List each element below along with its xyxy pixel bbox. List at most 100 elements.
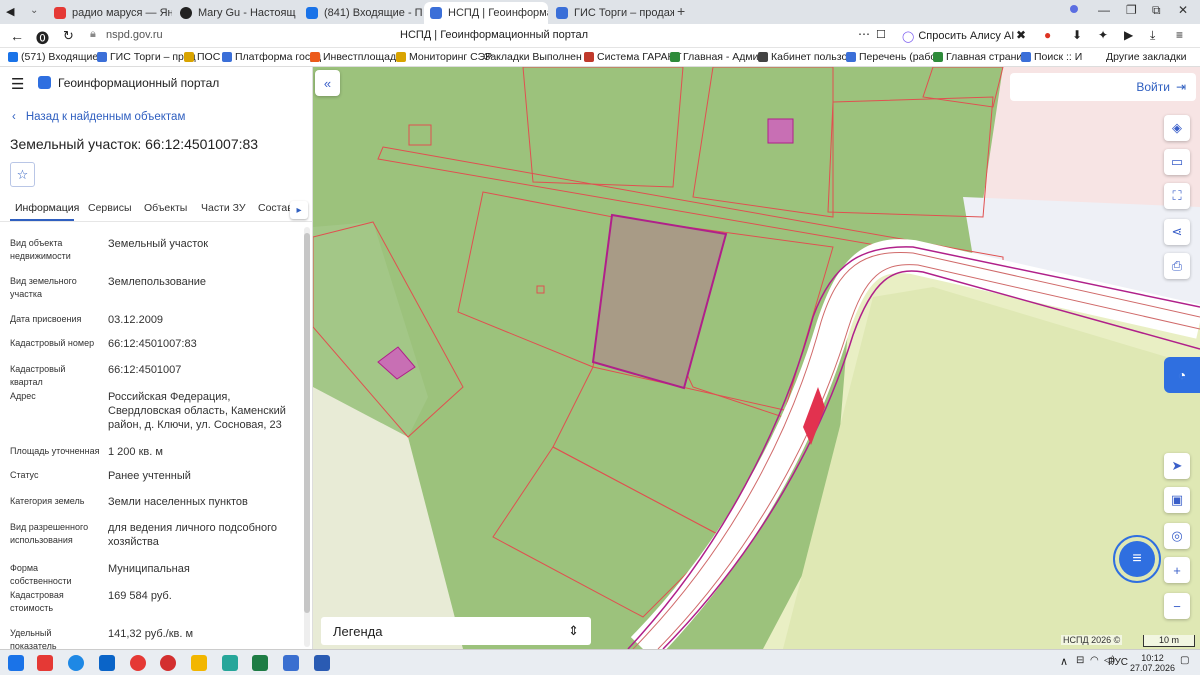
alice-button[interactable]: ◯ Спросить Алису AI [896, 26, 1020, 46]
scrollbar-track[interactable] [304, 227, 310, 647]
tab-5[interactable]: ГИС Торги – продажи гос ✕ [550, 2, 674, 24]
url-text[interactable]: nspd.gov.ru [106, 29, 163, 41]
bookmark-label: Закладки Выполнен [484, 51, 582, 63]
tab-3[interactable]: (841) Входящие - Почта М ✕ [300, 2, 422, 24]
share-button[interactable]: ⋖ [1164, 219, 1190, 245]
select-area-button[interactable]: ⛶ [1164, 183, 1190, 209]
basemap-button[interactable]: ▣ [1164, 487, 1190, 513]
bookmark-icon[interactable]: ☐ [876, 28, 886, 41]
admin-icon [670, 52, 680, 62]
tab-composition[interactable]: Состав [258, 202, 293, 214]
edge-icon[interactable] [68, 655, 84, 671]
geolocation-button[interactable]: ◎ [1164, 523, 1190, 549]
more-icon[interactable]: ⋯ [858, 27, 870, 41]
back-icon[interactable]: ← [10, 28, 24, 44]
tab-services[interactable]: Сервисы [88, 202, 132, 214]
gis-icon [97, 52, 107, 62]
field-value: для ведения личного подсобного хозяйства [108, 522, 278, 548]
bookmark-item[interactable]: ПОС [184, 51, 220, 63]
notifications-icon[interactable]: ▢ [1180, 655, 1189, 666]
outlook-icon[interactable] [99, 655, 115, 671]
bookmark-item[interactable]: Платформа госуд [222, 51, 321, 63]
tab-information[interactable]: Информация [15, 202, 79, 214]
chat-button[interactable]: ≡ [1113, 535, 1161, 583]
layers-button[interactable]: ◈ [1164, 115, 1190, 141]
back-link[interactable]: ‹ Назад к найденным объектам [12, 111, 185, 123]
scrollbar-thumb[interactable] [304, 233, 310, 613]
bookmark-item[interactable]: Инвестплощадки [310, 51, 407, 63]
print-button[interactable]: ⎙ [1164, 253, 1190, 279]
map-canvas[interactable]: « Войти ⇥ ◈ ▭ ⛶ ⋖ ⎙ ◔ ➤ ▣ ◎ + − ≡ Легенд… [313, 67, 1200, 649]
tab-4-active[interactable]: НСПД | Геоинформацио ✕ [424, 2, 548, 24]
excel-icon[interactable] [252, 655, 268, 671]
ruler-button[interactable]: ▭ [1164, 149, 1190, 175]
bookmark-item[interactable]: Перечень (рабоч [846, 51, 941, 63]
map-layer [313, 67, 1200, 649]
zoom-out-button[interactable]: − [1164, 593, 1190, 619]
bookmark-item[interactable]: Поиск :: И [1021, 51, 1082, 63]
bookmark-item[interactable]: Главная страниц [933, 51, 1028, 63]
restore-icon[interactable]: ❐ [1126, 3, 1137, 17]
tab-2[interactable]: Mary Gu - Настоящ ✕ [174, 2, 298, 24]
home-icon [933, 52, 943, 62]
new-tab-icon[interactable]: + [677, 3, 685, 19]
other-bookmarks[interactable]: Другие закладки [1106, 51, 1186, 63]
extension-1-icon[interactable]: ✖ [1016, 28, 1026, 42]
tab-1[interactable]: радио маруся — Яндекс: ✕ [48, 2, 172, 24]
media-icon[interactable]: ▶ [1124, 28, 1133, 42]
hamburger-icon[interactable]: ☰ [11, 75, 24, 93]
bookmark-item[interactable]: Система ГАРАНТ [584, 51, 682, 63]
assistant-tab-button[interactable]: ◔ [1164, 357, 1200, 393]
downloads-icon[interactable]: ⬇ [1072, 28, 1082, 42]
tabs-scroll-right-icon[interactable]: ▸ [290, 201, 308, 219]
word-icon[interactable] [314, 655, 330, 671]
c-app-icon[interactable] [160, 655, 176, 671]
close-window-icon[interactable]: ✕ [1178, 3, 1188, 17]
window-restore-icon[interactable]: ⧉ [1152, 3, 1161, 18]
bookmark-item[interactable]: Кабинет пользов [758, 51, 853, 63]
yandex-browser-icon[interactable] [37, 655, 53, 671]
minimize-icon[interactable]: — [1098, 3, 1110, 17]
extension-2-icon[interactable]: ● [1044, 28, 1051, 42]
yandex-y-icon[interactable]: ⓿ [36, 28, 49, 47]
legend-dropdown[interactable]: Легенда ⇕ [321, 617, 591, 645]
tab-parts[interactable]: Части ЗУ [201, 202, 246, 214]
clock[interactable]: 10:12 27.07.2026 [1130, 653, 1175, 673]
tab-objects[interactable]: Объекты [144, 202, 187, 214]
favorite-button[interactable]: ☆ [10, 162, 35, 187]
field-label: Кадастровая стоимость [10, 590, 64, 613]
tray-chevron-icon[interactable]: ∧ [1060, 655, 1068, 668]
profile-dot-icon[interactable] [1070, 5, 1078, 13]
field-value: 141,32 руб./кв. м [108, 628, 194, 640]
menu-icon[interactable]: ≡ [1176, 28, 1183, 42]
download-icon[interactable]: ⤓ [1150, 28, 1155, 43]
bookmark-item[interactable]: Мониторинг СЭР [396, 51, 492, 63]
bookmark-label: Другие закладки [1106, 51, 1187, 63]
login-button[interactable]: Войти ⇥ [1010, 73, 1196, 101]
tab-bar: Информация Сервисы Объекты Части ЗУ Сост… [0, 195, 312, 222]
explorer-icon[interactable] [191, 655, 207, 671]
tab-label: (841) Входящие - Почта М [324, 7, 422, 19]
bookmark-item[interactable]: (571) Входящие - [8, 51, 105, 63]
tab-list-icon[interactable]: ⌄ [30, 5, 38, 16]
scale-bar: 10 m [1143, 635, 1195, 647]
start-icon[interactable] [8, 655, 24, 671]
bookmark-item[interactable]: Закладки Выполнен [484, 51, 582, 63]
collapse-panel-button[interactable]: « [315, 70, 340, 96]
app-icon[interactable] [283, 655, 299, 671]
zoom-in-button[interactable]: + [1164, 557, 1190, 583]
field-value: Российская Федерация, Свердловская облас… [108, 391, 286, 431]
tray-icon[interactable]: ⊟ [1076, 655, 1084, 666]
extensions-icon[interactable]: ✦ [1098, 28, 1108, 42]
bookmark-item[interactable]: Главная - Админ [670, 51, 764, 63]
yandex-icon[interactable] [130, 655, 146, 671]
audio-icon[interactable]: ◀ [6, 5, 14, 18]
bookmark-item[interactable]: ГИС Торги – прод [97, 51, 196, 63]
lang-indicator[interactable]: РУС [1108, 657, 1128, 668]
wifi-icon[interactable]: ◠ [1090, 655, 1099, 666]
reload-icon[interactable]: ↻ [63, 28, 74, 44]
maps-app-icon[interactable] [222, 655, 238, 671]
list-icon [846, 52, 856, 62]
alice-icon: ◯ [902, 30, 915, 43]
locate-button[interactable]: ➤ [1164, 453, 1190, 479]
